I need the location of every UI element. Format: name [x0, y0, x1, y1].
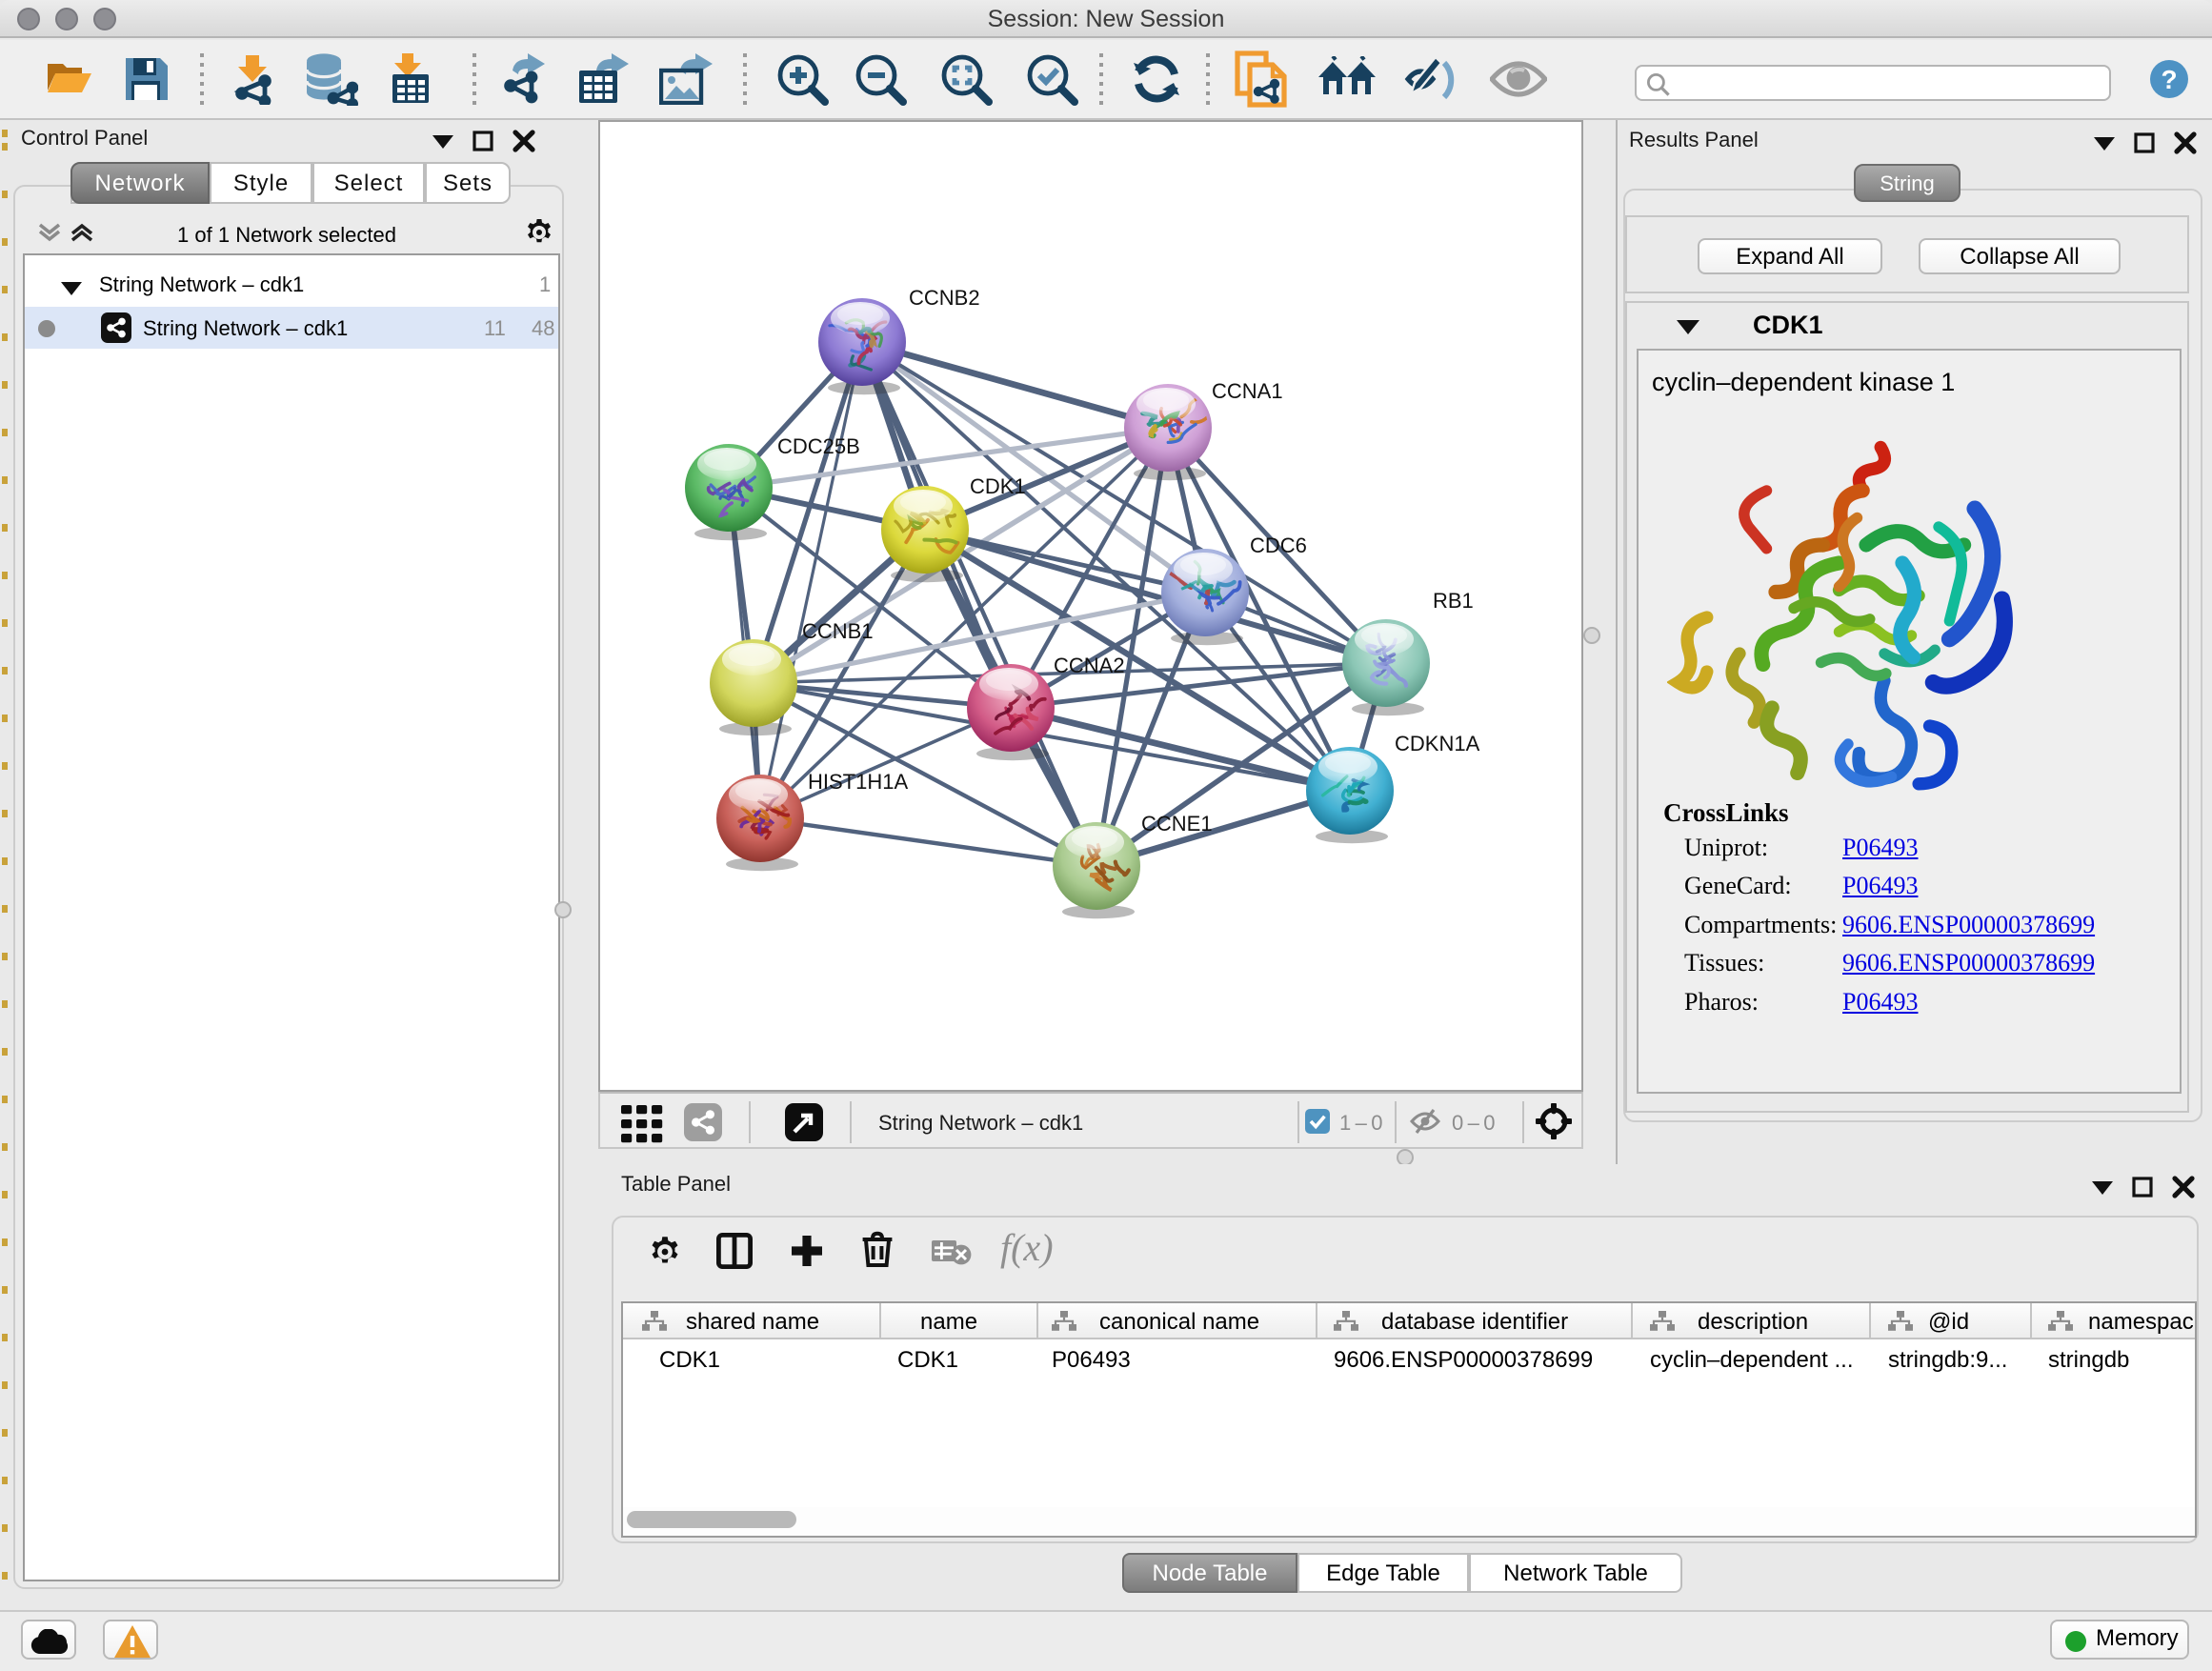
- svg-text:?: ?: [2161, 65, 2177, 94]
